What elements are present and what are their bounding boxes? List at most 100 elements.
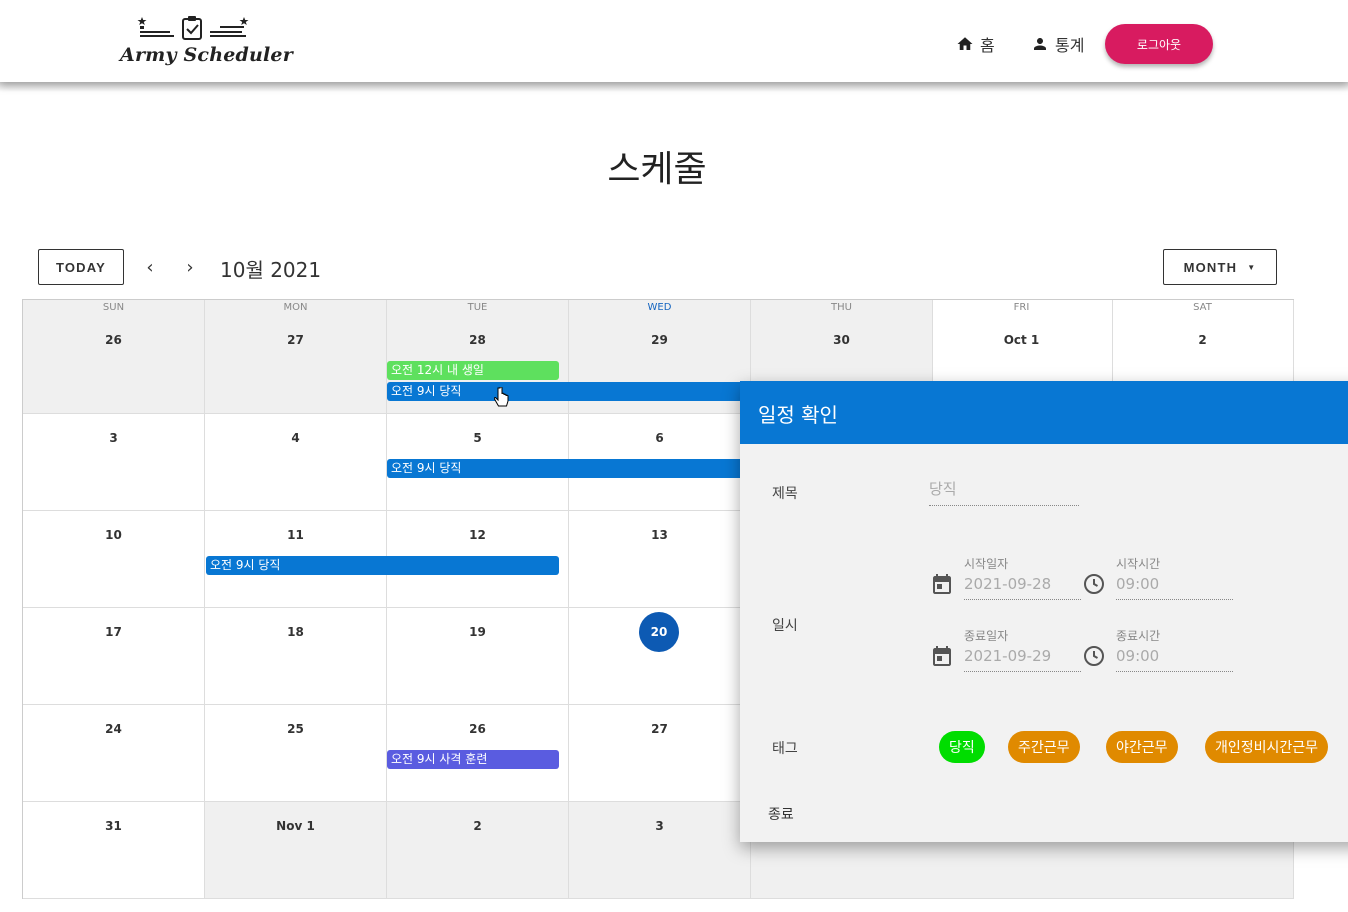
end-date-field[interactable]: 2021-09-29 — [964, 647, 1081, 672]
next-month-button[interactable]: › — [178, 255, 202, 279]
day-cell[interactable]: Nov 1 — [205, 802, 387, 899]
day-number[interactable]: 18 — [205, 625, 386, 639]
day-number[interactable]: 26 — [23, 333, 204, 347]
day-number[interactable]: 28 — [387, 333, 568, 347]
day-cell[interactable]: 24 — [23, 705, 205, 802]
day-cell[interactable]: 19 — [387, 608, 569, 705]
day-cell[interactable]: 3 — [569, 802, 751, 899]
logo-graphic-icon — [137, 16, 249, 40]
dialog-header: 일정 확인 — [740, 381, 1348, 444]
day-number[interactable]: 11 — [205, 528, 386, 542]
day-number[interactable]: Nov 1 — [205, 819, 386, 833]
day-cell[interactable]: 10 — [23, 511, 205, 608]
tag-chip[interactable]: 야간근무 — [1106, 731, 1178, 763]
calendar-icon — [933, 574, 951, 594]
nav-stats[interactable]: 통계 — [1031, 32, 1084, 56]
logo-text: Army Scheduler — [120, 44, 293, 66]
day-number[interactable]: 26 — [387, 722, 568, 736]
day-number[interactable]: 3 — [569, 819, 750, 833]
nav-home-label: 홈 — [980, 36, 995, 55]
header-shadow — [0, 82, 1348, 92]
page-title: 스케줄 — [607, 149, 707, 190]
day-number[interactable]: 24 — [23, 722, 204, 736]
weekday-header: FRI — [1013, 302, 1030, 313]
event-birthday[interactable]: 오전 12시 내 생일 — [387, 361, 559, 380]
caret-down-icon: ▼ — [1247, 262, 1257, 272]
title-label: 제목 — [772, 486, 798, 502]
weekday-header: SUN — [102, 302, 125, 313]
event-duty[interactable]: 오전 9시 당직 — [387, 459, 743, 478]
day-number[interactable]: 30 — [751, 333, 932, 347]
day-cell[interactable]: SUN 26 — [23, 300, 205, 414]
day-number[interactable]: 29 — [569, 333, 750, 347]
today-marker[interactable]: 20 — [639, 612, 679, 652]
month-title: 10월 2021 — [220, 258, 322, 282]
day-cell[interactable]: MON 27 — [205, 300, 387, 414]
event-duty[interactable]: 오전 9시 당직 — [206, 556, 559, 575]
day-number[interactable]: 27 — [205, 333, 386, 347]
day-number[interactable]: 6 — [569, 431, 750, 445]
day-number[interactable]: 2 — [387, 819, 568, 833]
logout-button[interactable]: 로그아웃 — [1105, 24, 1213, 64]
weekday-header: MON — [283, 302, 308, 313]
day-cell[interactable]: 13 — [569, 511, 751, 608]
title-field[interactable]: 당직 — [929, 478, 1079, 506]
day-cell[interactable]: 18 — [205, 608, 387, 705]
start-date-field[interactable]: 2021-09-28 — [964, 575, 1081, 600]
day-number[interactable]: 4 — [205, 431, 386, 445]
chevron-left-icon: ‹ — [146, 256, 154, 278]
day-number[interactable]: 19 — [387, 625, 568, 639]
day-number[interactable]: 31 — [23, 819, 204, 833]
start-time-field[interactable]: 09:00 — [1116, 575, 1233, 600]
day-cell[interactable]: 27 — [569, 705, 751, 802]
tag-chip[interactable]: 개인정비시간근무 — [1205, 731, 1329, 763]
day-number[interactable]: 2 — [1112, 333, 1293, 347]
view-select-label: MONTH — [1183, 259, 1238, 275]
nav-home[interactable]: 홈 — [956, 32, 995, 56]
day-cell[interactable]: 31 — [23, 802, 205, 899]
weekday-header: TUE — [467, 302, 488, 313]
tag-chip[interactable]: 당직 — [939, 731, 985, 763]
close-button[interactable]: 종료 — [768, 804, 794, 824]
tag-label: 태그 — [772, 741, 798, 757]
day-number[interactable]: Oct 1 — [931, 333, 1112, 347]
prev-month-button[interactable]: ‹ — [138, 255, 162, 279]
weekday-header: SAT — [1193, 302, 1212, 313]
day-number[interactable]: 13 — [569, 528, 750, 542]
chevron-right-icon: › — [186, 256, 194, 278]
start-date-label: 시작일자 — [964, 557, 1009, 571]
day-cell[interactable]: 2 — [387, 802, 569, 899]
weekday-header: THU — [831, 302, 852, 313]
event-shooting-training[interactable]: 오전 9시 사격 훈련 — [387, 750, 559, 769]
day-cell[interactable]: 25 — [205, 705, 387, 802]
clock-icon — [1084, 646, 1104, 666]
day-number[interactable]: 27 — [569, 722, 750, 736]
hand-cursor-icon — [494, 387, 509, 407]
event-duty[interactable]: 오전 9시 당직 — [387, 382, 743, 401]
day-number[interactable]: 10 — [23, 528, 204, 542]
day-number[interactable]: 12 — [387, 528, 568, 542]
day-number[interactable]: 25 — [205, 722, 386, 736]
day-cell[interactable]: 17 — [23, 608, 205, 705]
day-cell[interactable]: 3 — [23, 414, 205, 511]
day-cell[interactable]: 4 — [205, 414, 387, 511]
event-detail-dialog: 일정 확인 제목 당직 일시 시작일자 2021-09-28 시작시간 09:0… — [740, 381, 1348, 842]
end-time-label: 종료시간 — [1116, 629, 1161, 643]
today-button[interactable]: TODAY — [38, 249, 124, 285]
logo[interactable]: Army Scheduler — [120, 14, 293, 72]
end-date-label: 종료일자 — [964, 629, 1009, 643]
dialog-title: 일정 확인 — [758, 403, 838, 427]
tag-chip[interactable]: 주간근무 — [1008, 731, 1080, 763]
end-time-field[interactable]: 09:00 — [1116, 647, 1233, 672]
person-icon — [1034, 38, 1046, 50]
day-cell-today[interactable]: 20 — [569, 608, 751, 705]
day-number[interactable]: 3 — [23, 431, 204, 445]
datetime-label: 일시 — [772, 618, 798, 634]
day-number[interactable]: 5 — [387, 431, 568, 445]
weekday-header: WED — [647, 302, 672, 313]
view-select-button[interactable]: MONTH ▼ — [1163, 249, 1277, 285]
home-icon — [957, 37, 973, 50]
day-number[interactable]: 17 — [23, 625, 204, 639]
calendar-icon — [933, 646, 951, 666]
app-page: Army Scheduler 홈 통계 로그아웃 스케줄 TODAY ‹ › 1… — [0, 0, 1348, 912]
